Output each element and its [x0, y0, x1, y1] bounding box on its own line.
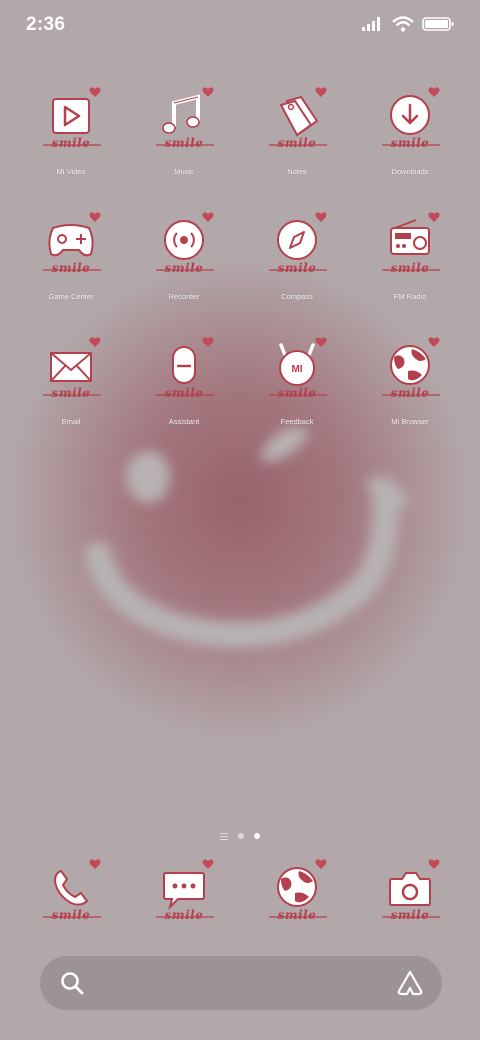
- smile-badge: smile: [390, 386, 430, 400]
- globe-icon: [382, 337, 440, 396]
- app-downloads[interactable]: smile Downloads: [360, 85, 460, 195]
- smile-badge: smile: [164, 136, 204, 150]
- status-bar: 2:36: [0, 0, 480, 50]
- record-icon: [156, 212, 214, 271]
- app-label: Downloads: [391, 167, 429, 176]
- smile-badge: smile: [277, 261, 317, 275]
- smile-badge: smile: [277, 386, 317, 400]
- search-icon[interactable]: [60, 971, 86, 997]
- app-feedback[interactable]: MI smile Feedback: [247, 335, 347, 445]
- app-label: Compass: [281, 292, 313, 301]
- dock-camera[interactable]: smile: [360, 857, 460, 967]
- smile-badge: smile: [164, 386, 204, 400]
- app-label: Game Center: [48, 292, 94, 301]
- microphone-icon: [156, 337, 214, 396]
- app-label: Email: [61, 417, 81, 426]
- smile-badge: smile: [277, 136, 317, 150]
- radio-icon: [382, 212, 440, 271]
- envelope-icon: [43, 337, 101, 396]
- app-label: Mi Browser: [391, 417, 429, 426]
- chat-icon: [156, 859, 214, 918]
- smile-badge: smile: [51, 908, 91, 922]
- app-label: Assistant: [168, 417, 200, 426]
- download-icon: [382, 87, 440, 146]
- gamepad-icon: [43, 212, 101, 271]
- app-label: Notes: [287, 167, 307, 176]
- app-recorder[interactable]: smile Recorder: [134, 210, 234, 320]
- globe-icon: [269, 859, 327, 918]
- smile-badge: smile: [390, 261, 430, 275]
- svg-text:MI: MI: [291, 364, 302, 375]
- app-notes[interactable]: smile Notes: [247, 85, 347, 195]
- tag-icon: [269, 87, 327, 146]
- page-dot-active[interactable]: [254, 833, 260, 839]
- phone-icon: [43, 859, 101, 918]
- smile-badge: smile: [277, 908, 317, 922]
- smile-badge: smile: [390, 908, 430, 922]
- music-note-icon: [156, 87, 214, 146]
- app-fm-radio[interactable]: smile FM Radio: [360, 210, 460, 320]
- search-bar[interactable]: [40, 956, 442, 1010]
- page-dot[interactable]: [238, 833, 244, 839]
- status-time: 2:36: [26, 14, 66, 35]
- compass-icon: [269, 212, 327, 271]
- wifi-icon: [392, 16, 414, 32]
- smile-badge: smile: [390, 136, 430, 150]
- smile-badge: smile: [51, 261, 91, 275]
- play-icon: [43, 87, 101, 146]
- smile-badge: smile: [51, 386, 91, 400]
- smile-badge: smile: [51, 136, 91, 150]
- app-game-center[interactable]: smile Game Center: [21, 210, 121, 320]
- mi-bunny-icon: MI: [269, 337, 327, 396]
- smile-badge: smile: [164, 261, 204, 275]
- app-assistant[interactable]: smile Assistant: [134, 335, 234, 445]
- app-mi-video[interactable]: smile Mi Video: [21, 85, 121, 195]
- app-label: Feedback: [280, 417, 314, 426]
- app-email[interactable]: smile Email: [21, 335, 121, 445]
- app-label: Music: [174, 167, 194, 176]
- camera-icon: [382, 859, 440, 918]
- dock-phone[interactable]: smile: [21, 857, 121, 967]
- app-music[interactable]: smile Music: [134, 85, 234, 195]
- app-vault-icon[interactable]: [396, 969, 424, 997]
- signal-icon: [362, 17, 380, 31]
- app-label: FM Radio: [393, 292, 427, 301]
- app-label: Mi Video: [56, 167, 86, 176]
- page-indicator[interactable]: [0, 830, 480, 842]
- app-compass[interactable]: smile Compass: [247, 210, 347, 320]
- app-label: Recorder: [168, 292, 200, 301]
- dock-browser[interactable]: smile: [247, 857, 347, 967]
- smile-badge: smile: [164, 908, 204, 922]
- page-list-icon[interactable]: [220, 832, 228, 840]
- app-mi-browser[interactable]: smile Mi Browser: [360, 335, 460, 445]
- dock-messages[interactable]: smile: [134, 857, 234, 967]
- battery-icon: [422, 17, 454, 31]
